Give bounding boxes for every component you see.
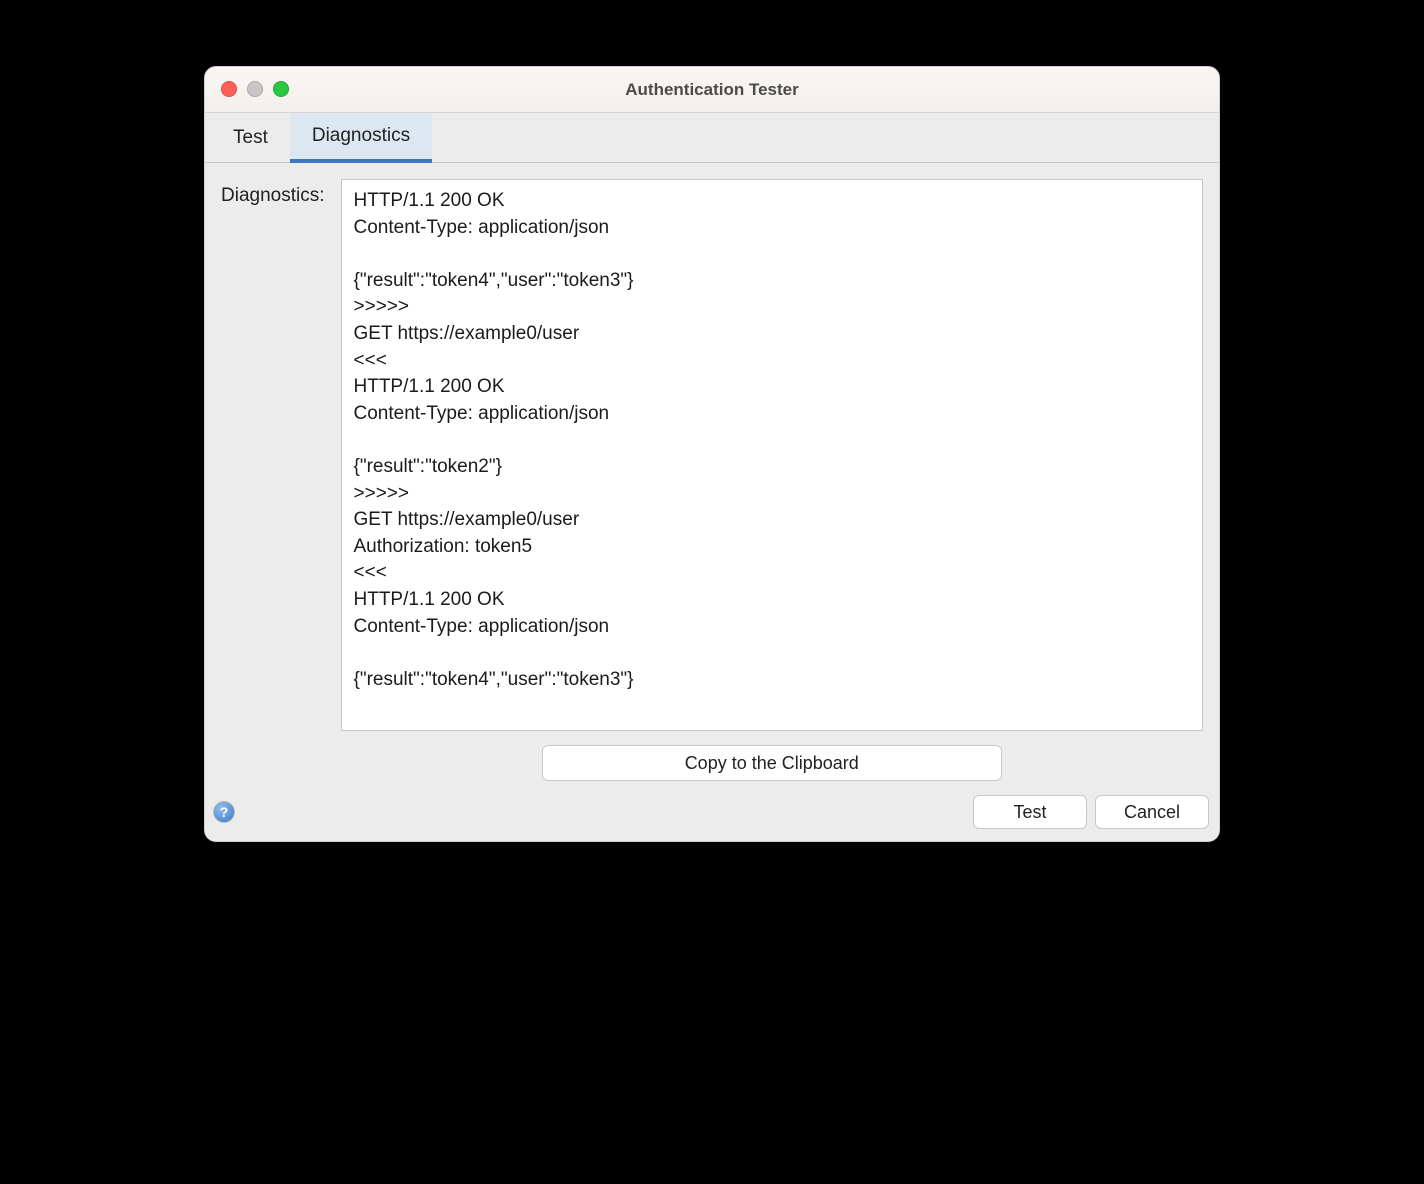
window-controls <box>221 81 289 97</box>
zoom-icon[interactable] <box>273 81 289 97</box>
close-icon[interactable] <box>221 81 237 97</box>
footer-buttons: Test Cancel <box>973 795 1209 829</box>
copy-to-clipboard-button[interactable]: Copy to the Clipboard <box>542 745 1002 781</box>
window-title: Authentication Tester <box>625 80 798 100</box>
footer: ? Test Cancel <box>205 789 1219 841</box>
diagnostics-output[interactable] <box>341 179 1204 731</box>
cancel-button[interactable]: Cancel <box>1095 795 1209 829</box>
tab-diagnostics[interactable]: Diagnostics <box>290 113 432 163</box>
help-icon[interactable]: ? <box>213 801 235 823</box>
tab-test[interactable]: Test <box>211 113 290 162</box>
titlebar: Authentication Tester <box>205 67 1219 113</box>
diagnostics-label: Diagnostics: <box>221 179 325 781</box>
content-area: Diagnostics: Copy to the Clipboard <box>205 163 1219 789</box>
tab-bar: Test Diagnostics <box>205 113 1219 163</box>
minimize-icon <box>247 81 263 97</box>
test-button[interactable]: Test <box>973 795 1087 829</box>
dialog-window: Authentication Tester Test Diagnostics D… <box>204 66 1220 842</box>
diagnostics-panel: Copy to the Clipboard <box>341 179 1204 781</box>
